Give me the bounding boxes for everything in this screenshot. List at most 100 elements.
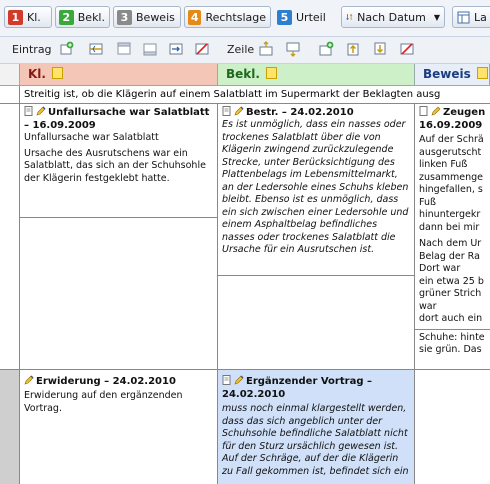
tab-bar: 1 Kl. 2 Bekl. 3 Beweis 4 Rechtslage 5 Ur… [0,0,490,37]
toolbar: Eintrag Zeile [0,37,490,64]
entry-bekl-bestr[interactable]: Bestr. – 24.02.2010 Es ist unmöglich, da… [218,104,415,370]
text-line: Schuhe: hinte [419,331,485,343]
entry-title-text: Bestr. – 24.02.2010 [246,107,354,118]
entry-title: Bestr. – 24.02.2010 [222,106,411,119]
move-row-down-icon[interactable] [372,41,388,57]
row-label: Zeile [227,43,255,56]
entry-title-text: Erwiderung – 24.02.2010 [36,376,176,387]
layout-button[interactable]: La [452,6,490,28]
text-line: ein etwa 25 b [419,275,484,287]
entry-title: Zeugen [419,106,487,119]
edit-pencil-icon[interactable] [24,375,34,385]
text-line: Belag der Ra [419,250,480,262]
chevron-down-icon: ▼ [433,12,440,22]
delete-row-icon[interactable] [399,41,415,57]
delete-entry-icon[interactable] [194,41,210,57]
entry-body: Auf der Schrä ausgerutscht linken Fuß zu… [419,134,487,326]
entry-date: 16.09.2009 [419,120,483,131]
text-line: grüner Strich [419,288,482,299]
entry-kl-erwiderung[interactable]: Erwiderung – 24.02.2010 Erwiderung auf d… [20,370,218,484]
row-header-corner [0,64,20,86]
entry-body: Ursache des Ausrutschens war ein Salatbl… [24,147,206,184]
column-header-bekl[interactable]: Bekl. [218,64,415,86]
sort-icon [346,13,353,21]
text-line: hinuntergekr [419,209,481,220]
edit-pencil-icon[interactable] [36,106,46,116]
document-icon[interactable] [419,106,429,116]
add-row-icon[interactable] [318,41,334,57]
dispute-text: Streitig ist, ob die Klägerin auf einem … [20,86,490,104]
tab-label: Urteil [296,10,326,24]
tab-number: 2 [59,9,74,25]
entry-kl-unfallursache[interactable]: Unfallursache war Salatblatt – 16.09.200… [20,104,218,370]
tab-label: Beweis [136,10,175,24]
text-line: war [419,300,437,312]
text-line: hingefallen, s [419,184,483,195]
tab-number: 5 [277,9,292,25]
sort-label: Nach Datum [357,10,426,24]
note-icon[interactable] [265,67,277,79]
edit-pencil-icon[interactable] [234,106,244,116]
insert-row-below-icon[interactable] [285,41,301,57]
entry-title-text: Unfallursache war Salatblatt – 16.09.200… [24,107,210,131]
text-line: Dort war [419,263,461,274]
insert-row-above-icon[interactable] [258,41,274,57]
entry-beweis-zeugen[interactable]: Zeugen 16.09.2009 Auf der Schrä ausgerut… [415,104,490,370]
entry-body: muss noch einmal klargestellt werden, da… [222,403,409,477]
entry-title-text: Ergänzender Vortrag – 24.02.2010 [222,376,372,400]
text-line: dort auch ein [419,313,483,324]
text-line: Fuß [419,196,436,208]
column-label: Bekl. [226,67,260,81]
move-entry-icon[interactable] [168,41,184,57]
move-row-up-icon[interactable] [345,41,361,57]
text-line: ausgerutscht [419,146,482,158]
layout-label: La [474,10,487,24]
entry-title: Ergänzender Vortrag – 24.02.2010 [222,372,411,401]
note-icon[interactable] [51,67,63,79]
tab-bekl[interactable]: 2 Bekl. [55,6,110,28]
split-entry-icon[interactable] [88,41,104,57]
tab-kl[interactable]: 1 Kl. [4,6,52,28]
entry-title-text: Zeugen [443,107,486,118]
merge-down-icon[interactable] [142,41,158,57]
layout-icon [457,11,470,23]
entry-bekl-ergaenzender-vortrag[interactable]: Ergänzender Vortrag – 24.02.2010 muss no… [218,370,415,484]
row-header[interactable] [0,370,20,484]
document-icon[interactable] [24,106,34,116]
entry-summary: Unfallursache war Salatblatt [24,132,159,143]
column-label: Kl. [28,67,46,81]
tab-label: Kl. [27,10,41,24]
tab-number: 1 [8,9,23,25]
merge-up-icon[interactable] [116,41,132,57]
entry-body: Erwiderung auf den ergänzenden Vortrag. [24,390,183,414]
tab-number: 4 [188,9,202,25]
tab-rechtslage[interactable]: 4 Rechtslage [184,6,271,28]
text-line: Nach dem Ur [419,238,482,249]
edit-pencil-icon[interactable] [234,375,244,385]
column-label: Beweis [423,67,471,81]
entry-body: Es ist unmöglich, dass ein nasses oder t… [222,119,409,255]
document-icon[interactable] [222,106,232,116]
tab-number: 3 [117,9,132,25]
column-header-kl[interactable]: Kl. [20,64,218,86]
document-icon[interactable] [222,375,232,385]
tab-label: Bekl. [77,10,105,24]
tab-beweis[interactable]: 3 Beweis [113,6,181,28]
text-line: zusammenge [419,171,484,183]
note-icon[interactable] [476,67,488,79]
tab-urteil[interactable]: 5 Urteil [274,6,334,28]
entry-beweis-empty[interactable] [415,370,490,484]
sort-dropdown[interactable]: Nach Datum ▼ [341,6,445,28]
text-line: sie grün. Das [419,344,482,355]
tab-label: Rechtslage [205,10,266,24]
entry-title: Erwiderung – 24.02.2010 [24,372,214,388]
text-line: Auf der Schrä [419,134,484,145]
text-line: linken Fuß [419,159,468,170]
text-line: dann bei mir [419,221,480,233]
row-header[interactable] [0,104,20,370]
add-entry-icon[interactable] [58,41,74,57]
edit-pencil-icon[interactable] [431,106,441,116]
column-header-beweis[interactable]: Beweis [415,64,490,86]
entry-label: Eintrag [12,43,52,56]
row-header[interactable] [0,86,20,104]
